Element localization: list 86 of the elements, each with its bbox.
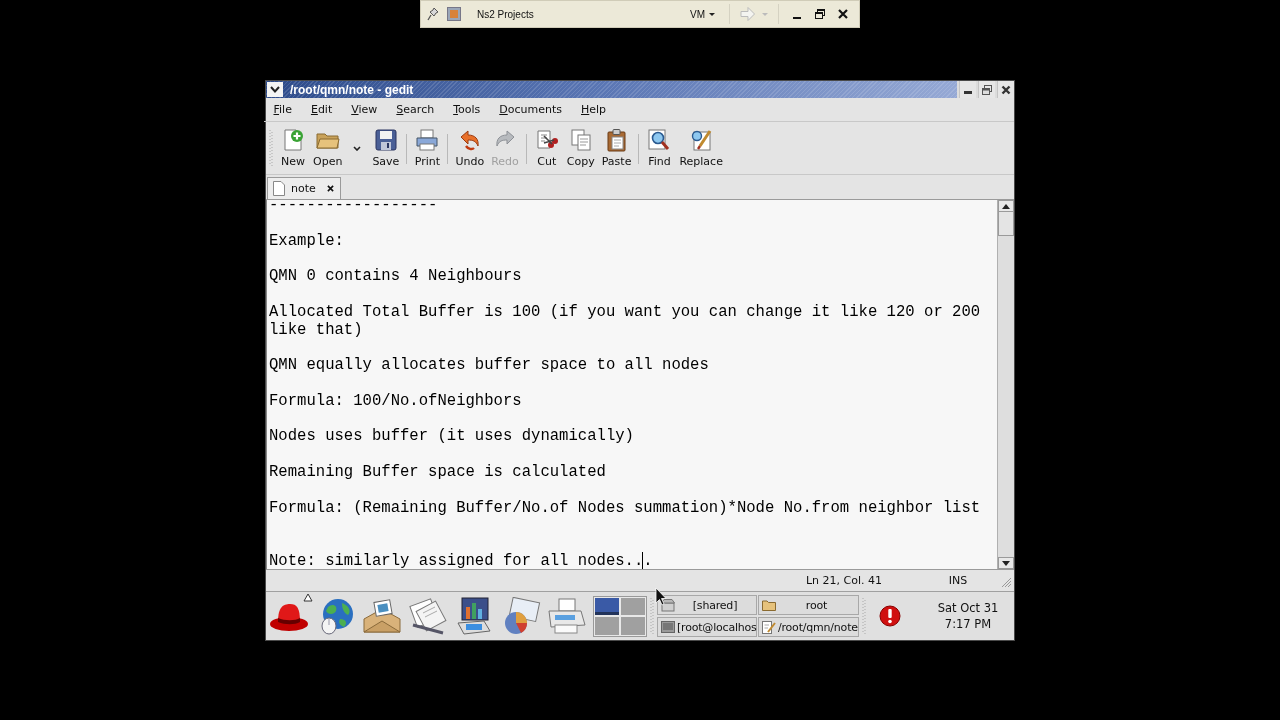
toolbar-button[interactable]: Print [411, 122, 444, 168]
page-pencil-icon [762, 620, 776, 634]
close-icon [1001, 84, 1011, 95]
session-title: Ns2 Projects [477, 8, 534, 20]
minimize-button[interactable] [959, 81, 976, 98]
chevron-down-icon [353, 145, 362, 151]
search-icon [647, 128, 672, 152]
toolbar-button[interactable]: Undo [452, 122, 488, 168]
menu-item[interactable]: Tools [443, 101, 490, 118]
toolbar-button[interactable]: Open [310, 122, 346, 168]
toolbar-button[interactable]: Copy [563, 122, 598, 168]
alert-icon[interactable] [879, 605, 901, 627]
document-tab[interactable]: note [267, 177, 341, 199]
text-line: Example: [269, 231, 344, 250]
caret-icon [762, 12, 768, 16]
arrow-up-icon [1002, 203, 1010, 209]
printer-icon[interactable] [545, 597, 587, 635]
menu-item[interactable]: File [264, 101, 302, 118]
close-icon[interactable] [326, 185, 334, 192]
maximize-button[interactable] [978, 81, 995, 98]
text-line: Formula: (Remaining Buffer/No.of Nodes summation)*Node No.from neighbor list [269, 498, 981, 517]
windows-icon [982, 84, 992, 95]
page-plus-icon [281, 128, 305, 152]
text-line: QMN 0 contains 4 Neighbours [269, 267, 522, 286]
toolbar-button[interactable]: Paste [598, 122, 635, 168]
text-line: ------------------ [269, 200, 438, 214]
text-line: QMN equally allocates buffer space to all nodes [269, 356, 709, 375]
vm-menu-button[interactable]: VM [686, 6, 719, 22]
cursor-position: Ln 21, Col. 41 [805, 574, 882, 587]
minimize-icon [964, 91, 972, 94]
taskbar-button[interactable]: [root@localhos [657, 617, 757, 637]
caret-icon [709, 12, 715, 16]
scissors-icon [534, 128, 559, 152]
window-title: /root/qmn/note - gedit [290, 82, 414, 97]
toolbar-button[interactable]: Save [369, 122, 403, 168]
menu-item[interactable]: Help [571, 101, 616, 118]
text-line: Remaining Buffer space is calculated [269, 462, 606, 481]
close-button[interactable] [997, 81, 1014, 98]
text-editor[interactable] [266, 200, 997, 569]
minimize-icon [793, 16, 801, 19]
envelope-icon[interactable] [361, 597, 403, 635]
magnifier-pencil-icon [689, 128, 714, 152]
text-line: Allocated Total Buffer is 100 (if you want you can change it like 120 or 200 like that) [269, 302, 982, 339]
workspace-cell[interactable] [621, 617, 645, 635]
clock-date: Sat Oct 31 [937, 600, 999, 616]
taskbar-button[interactable]: root [758, 595, 859, 615]
scroll-up-button[interactable] [998, 200, 1014, 212]
pin-icon[interactable] [427, 7, 439, 21]
terminal-icon [661, 620, 675, 634]
taskbar-button[interactable]: [shared] [657, 595, 757, 615]
menu-item[interactable]: Search [386, 101, 444, 118]
scrollbar-thumb[interactable] [998, 212, 1014, 236]
toolbar-button[interactable]: Replace [676, 122, 726, 168]
arrow-down-icon [1002, 560, 1010, 566]
document-icon [273, 181, 285, 196]
text-line: Nodes uses buffer (it uses dynamically) [269, 427, 634, 446]
close-icon [838, 9, 848, 19]
box-icon [661, 598, 675, 612]
text-line: Note: similarly assigned for all nodes... [269, 551, 653, 569]
menu-item[interactable]: Edit [301, 101, 342, 118]
folder-icon [762, 598, 776, 612]
workspace-cell[interactable] [595, 617, 619, 635]
menu-item[interactable]: Documents [489, 101, 572, 118]
window-menu-button[interactable] [267, 82, 283, 97]
arrow-right-icon [740, 6, 756, 22]
triangle-icon[interactable] [303, 593, 313, 602]
resize-grip-icon[interactable] [1000, 576, 1012, 588]
printer-icon [415, 128, 440, 152]
workspace-cell[interactable] [595, 597, 619, 615]
menu-item[interactable]: View [341, 101, 387, 118]
taskbar-button[interactable]: /root/qmn/note [758, 617, 859, 637]
clipboard-icon [604, 128, 629, 152]
toolbar-button[interactable]: Find [643, 122, 676, 168]
pages-icon [568, 128, 593, 152]
window-icon [447, 7, 461, 21]
mouse-pointer-icon [655, 587, 667, 606]
insert-mode: INS [948, 574, 968, 587]
restore-icon [815, 9, 825, 19]
clock-time: 7:17 PM [944, 616, 992, 632]
documents-pen-icon[interactable] [407, 597, 449, 635]
chevron-down-icon [270, 86, 280, 93]
workspace-cell[interactable] [621, 597, 645, 615]
scroll-down-button[interactable] [998, 557, 1014, 569]
text-line: Formula: 100/No.ofNeighbors [269, 391, 522, 410]
toolbar-button[interactable]: New [277, 122, 309, 168]
toolbar-button[interactable]: Cut [530, 122, 563, 168]
